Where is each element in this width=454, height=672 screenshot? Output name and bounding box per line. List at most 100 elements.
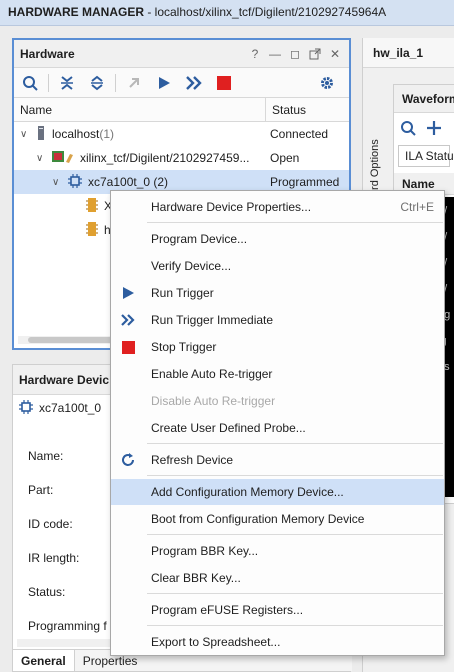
context-menu: Hardware Device Properties... Ctrl+E Pro… (110, 190, 445, 656)
menu-item-shortcut: Ctrl+E (400, 200, 434, 214)
menu-item-label: Clear BBR Key... (151, 571, 241, 585)
menu-item-label: Verify Device... (151, 259, 232, 273)
menu-item-label: Disable Auto Re-trigger (151, 394, 276, 408)
menu-divider (147, 625, 443, 626)
minimize-icon[interactable]: — (267, 46, 283, 62)
property-label: IR length: (28, 551, 80, 565)
tree-row-label: xilinx_tcf/Digilent/2102927459... (80, 151, 250, 165)
hardware-panel-header: Hardware ? — ◻ ✕ (14, 40, 349, 68)
ila-status-field[interactable]: ILA Status (398, 145, 454, 167)
menu-divider (147, 443, 443, 444)
menu-divider (147, 593, 443, 594)
menu-item-label: Add Configuration Memory Device... (151, 485, 344, 499)
chip-icon (68, 173, 82, 191)
tree-row-target[interactable]: ∨ xilinx_tcf/Digilent/2102927459... Open (14, 146, 349, 170)
search-icon[interactable] (398, 116, 418, 140)
tab-hw-ila[interactable]: hw_ila_1 (363, 38, 454, 68)
property-label: ID code: (28, 517, 73, 531)
menu-item-hardware-device-properties[interactable]: Hardware Device Properties... Ctrl+E (111, 194, 444, 220)
property-label: Name: (28, 449, 64, 463)
device-name: xc7a100t_0 (39, 401, 102, 415)
search-icon[interactable] (18, 71, 42, 95)
menu-item-program-device[interactable]: Program Device... (111, 226, 444, 252)
menu-item-add-configuration-memory-device[interactable]: Add Configuration Memory Device... (111, 479, 444, 505)
add-icon[interactable] (424, 116, 444, 140)
hardware-toolbar (14, 68, 349, 98)
status-text: Programmed (270, 175, 340, 189)
tree-row-label: localhost (52, 127, 100, 141)
waveform-title: Waveform (394, 85, 454, 113)
menu-divider (147, 222, 443, 223)
name-column-header[interactable]: Name (14, 98, 266, 121)
toolbar-divider (48, 73, 49, 92)
chevron-down-icon[interactable]: ∨ (20, 129, 32, 140)
server-icon (36, 125, 46, 143)
play-icon (119, 284, 137, 302)
property-label: Status: (28, 585, 66, 599)
menu-divider (147, 475, 443, 476)
chevron-down-icon[interactable]: ∨ (52, 177, 64, 188)
menu-item-label: Create User Defined Probe... (151, 421, 306, 435)
menu-item-disable-auto-retrigger: Disable Auto Re-trigger (111, 388, 444, 414)
menu-item-label: Enable Auto Re-trigger (151, 367, 273, 381)
tree-row-label: xc7a100t_0 (2) (88, 175, 169, 189)
device-path: - localhost/xilinx_tcf/Digilent/21029274… (144, 5, 387, 19)
menu-item-clear-bbr-key[interactable]: Clear BBR Key... (111, 565, 444, 591)
toolbar-divider (115, 73, 116, 92)
menu-item-program-efuse-registers[interactable]: Program eFUSE Registers... (111, 597, 444, 623)
fast-forward-icon[interactable] (182, 71, 206, 95)
menu-item-verify-device[interactable]: Verify Device... (111, 253, 444, 279)
menu-item-label: Run Trigger (151, 286, 214, 300)
chevron-down-icon[interactable]: ∨ (36, 153, 48, 164)
status-column-header[interactable]: Status (266, 98, 312, 121)
menu-item-label: Program eFUSE Registers... (151, 603, 304, 617)
help-icon[interactable]: ? (247, 46, 263, 62)
menu-item-boot-from-configuration-memory[interactable]: Boot from Configuration Memory Device (111, 506, 444, 532)
status-text: Open (270, 151, 300, 165)
collapse-all-icon[interactable] (55, 71, 79, 95)
menu-item-run-trigger-immediate[interactable]: Run Trigger Immediate (111, 307, 444, 333)
auto-connect-icon[interactable] (122, 71, 146, 95)
menu-item-label: Boot from Configuration Memory Device (151, 512, 365, 526)
tree-row-count: (1) (99, 127, 115, 141)
fast-forward-icon (119, 311, 137, 329)
play-icon[interactable] (152, 71, 176, 95)
stop-icon (119, 338, 137, 356)
core-icon (86, 221, 98, 239)
tree-row-localhost[interactable]: ∨ localhost (1) Connected (14, 122, 349, 146)
menu-item-label: Run Trigger Immediate (151, 313, 274, 327)
menu-item-export-to-spreadsheet[interactable]: Export to Spreadsheet... (111, 629, 444, 655)
menu-item-label: Export to Spreadsheet... (151, 635, 281, 649)
core-icon (86, 197, 98, 215)
menu-item-refresh-device[interactable]: Refresh Device (111, 447, 444, 473)
close-icon[interactable]: ✕ (327, 46, 343, 62)
waveform-toolbar (394, 113, 454, 143)
property-label: Part: (28, 483, 54, 497)
stop-icon[interactable] (212, 71, 236, 95)
menu-item-run-trigger[interactable]: Run Trigger (111, 280, 444, 306)
menu-item-label: Hardware Device Properties... (151, 200, 312, 214)
menu-item-label: Program BBR Key... (151, 544, 259, 558)
menu-item-program-bbr-key[interactable]: Program BBR Key... (111, 538, 444, 564)
status-text: Connected (270, 127, 329, 141)
maximize-icon[interactable]: ◻ (287, 46, 303, 62)
title-bar: HARDWARE MANAGER - localhost/xilinx_tcf/… (0, 0, 454, 26)
property-label: Programming f (28, 619, 107, 633)
tree-header: Name Status (14, 98, 349, 122)
tab-general[interactable]: General (13, 650, 75, 671)
refresh-icon (119, 451, 137, 469)
menu-item-label: Stop Trigger (151, 340, 217, 354)
chip-icon (19, 399, 33, 417)
menu-item-label: Program Device... (151, 232, 248, 246)
menu-item-label: Refresh Device (151, 453, 234, 467)
app-title: HARDWARE MANAGER (8, 5, 144, 19)
menu-item-create-user-defined-probe[interactable]: Create User Defined Probe... (111, 415, 444, 441)
float-icon[interactable] (307, 46, 323, 62)
target-icon (52, 150, 74, 167)
menu-item-enable-auto-retrigger[interactable]: Enable Auto Re-trigger (111, 361, 444, 387)
gear-icon[interactable] (315, 71, 339, 95)
expand-all-icon[interactable] (85, 71, 109, 95)
hardware-panel-title: Hardware (20, 46, 75, 61)
menu-item-stop-trigger[interactable]: Stop Trigger (111, 334, 444, 360)
menu-divider (147, 534, 443, 535)
